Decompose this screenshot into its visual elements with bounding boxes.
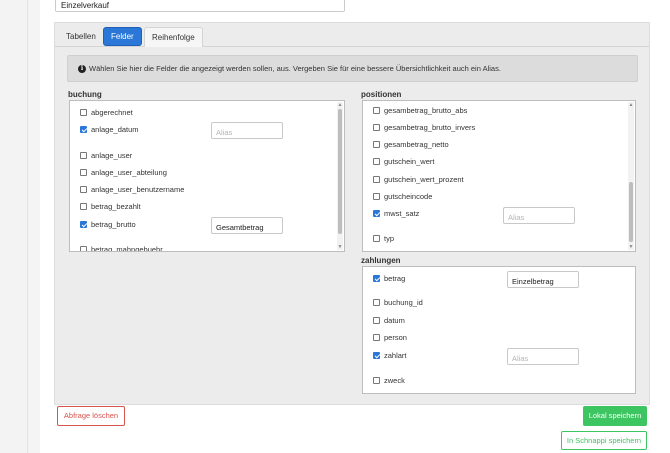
field-checkbox[interactable] — [80, 246, 87, 251]
tab-felder[interactable]: Felder — [103, 27, 142, 46]
scroll-down-arrow-icon[interactable]: ▼ — [628, 244, 634, 250]
alias-input-betrag-brutto[interactable] — [211, 217, 283, 234]
section-title-positionen: positionen — [361, 90, 402, 99]
field-checkbox[interactable] — [80, 169, 87, 176]
field-checkbox[interactable] — [373, 352, 380, 359]
save-schnappi-button[interactable]: In Schnappi speichern — [561, 431, 647, 450]
field-label: datum — [384, 316, 405, 325]
field-checkbox[interactable] — [373, 141, 380, 148]
field-checkbox[interactable] — [373, 317, 380, 324]
scroll-down-arrow-icon[interactable]: ▼ — [337, 244, 343, 250]
alias-input-mwst-satz[interactable] — [503, 207, 575, 224]
field-checkbox[interactable] — [373, 377, 380, 384]
field-label: betrag — [384, 274, 406, 283]
field-label: zahlart — [384, 351, 407, 360]
field-checkbox[interactable] — [373, 275, 380, 282]
scrollbar-positionen[interactable]: ▲ ▼ — [628, 102, 634, 250]
field-label: betrag_bezahlt — [91, 202, 141, 211]
left-sidebar-strip — [0, 0, 28, 453]
field-label: gutscheincode — [384, 192, 433, 201]
alias-input-zahlart[interactable] — [507, 348, 579, 365]
field-checkbox[interactable] — [373, 210, 380, 217]
field-label: gutschein_wert — [384, 157, 435, 166]
field-checkbox[interactable] — [373, 107, 380, 114]
scroll-up-arrow-icon[interactable]: ▲ — [337, 102, 343, 108]
field-label: abgerechnet — [91, 108, 133, 117]
field-label: gesambetrag_netto — [384, 140, 449, 149]
field-label: betrag_mahngebuehr — [91, 245, 163, 252]
alias-input-anlage-datum[interactable] — [211, 122, 283, 139]
field-checkbox[interactable] — [80, 152, 87, 159]
field-label: buchung_id — [384, 298, 423, 307]
field-label: zweck — [384, 376, 405, 385]
alias-input-betrag[interactable] — [507, 271, 579, 288]
info-text: Wählen Sie hier die Felder die angezeigt… — [89, 64, 501, 73]
field-list-buchung: abgerechnet anlage_datum anlage_user anl… — [69, 100, 345, 252]
field-label: anlage_datum — [91, 125, 139, 134]
field-checkbox[interactable] — [373, 299, 380, 306]
query-name-input[interactable] — [55, 0, 345, 12]
field-checkbox[interactable] — [80, 221, 87, 228]
field-label: anlage_user_abteilung — [91, 168, 167, 177]
field-label: gesambetrag_brutto_abs — [384, 106, 468, 115]
tab-bar: Tabellen Felder Reihenfolge — [55, 23, 649, 47]
field-checkbox[interactable] — [373, 334, 380, 341]
scroll-thumb[interactable] — [629, 182, 633, 242]
section-title-zahlungen: zahlungen — [361, 256, 401, 265]
field-label: anlage_user_benutzername — [91, 185, 185, 194]
field-checkbox[interactable] — [373, 193, 380, 200]
field-checkbox[interactable] — [80, 126, 87, 133]
field-checkbox[interactable] — [80, 186, 87, 193]
delete-query-button[interactable]: Abfrage löschen — [57, 406, 125, 426]
field-label: gutschein_wert_prozent — [384, 175, 464, 184]
field-checkbox[interactable] — [373, 124, 380, 131]
tab-tabellen[interactable]: Tabellen — [59, 27, 103, 47]
field-checkbox[interactable] — [80, 109, 87, 116]
save-local-button[interactable]: Lokal speichern — [583, 406, 647, 426]
field-checkbox[interactable] — [373, 158, 380, 165]
field-label: betrag_brutto — [91, 220, 136, 229]
field-checkbox[interactable] — [373, 235, 380, 242]
info-icon: i — [78, 65, 86, 73]
section-title-buchung: buchung — [68, 90, 102, 99]
info-alert: i Wählen Sie hier die Felder die angezei… — [67, 55, 638, 82]
field-label: person — [384, 333, 407, 342]
scroll-thumb[interactable] — [338, 109, 342, 234]
field-label: gesambetrag_brutto_invers — [384, 123, 476, 132]
field-list-zahlungen: betrag buchung_id datum person zahlart z… — [362, 266, 636, 394]
field-checkbox[interactable] — [80, 203, 87, 210]
tab-reihenfolge[interactable]: Reihenfolge — [144, 27, 203, 47]
field-label: typ — [384, 234, 395, 243]
field-label: anlage_user — [91, 151, 133, 160]
field-list-positionen: gesambetrag_brutto_abs gesambetrag_brutt… — [362, 100, 636, 252]
field-label: mwst_satz — [384, 209, 420, 218]
scroll-up-arrow-icon[interactable]: ▲ — [628, 102, 634, 108]
field-checkbox[interactable] — [373, 176, 380, 183]
scrollbar-buchung[interactable]: ▲ ▼ — [337, 102, 343, 250]
